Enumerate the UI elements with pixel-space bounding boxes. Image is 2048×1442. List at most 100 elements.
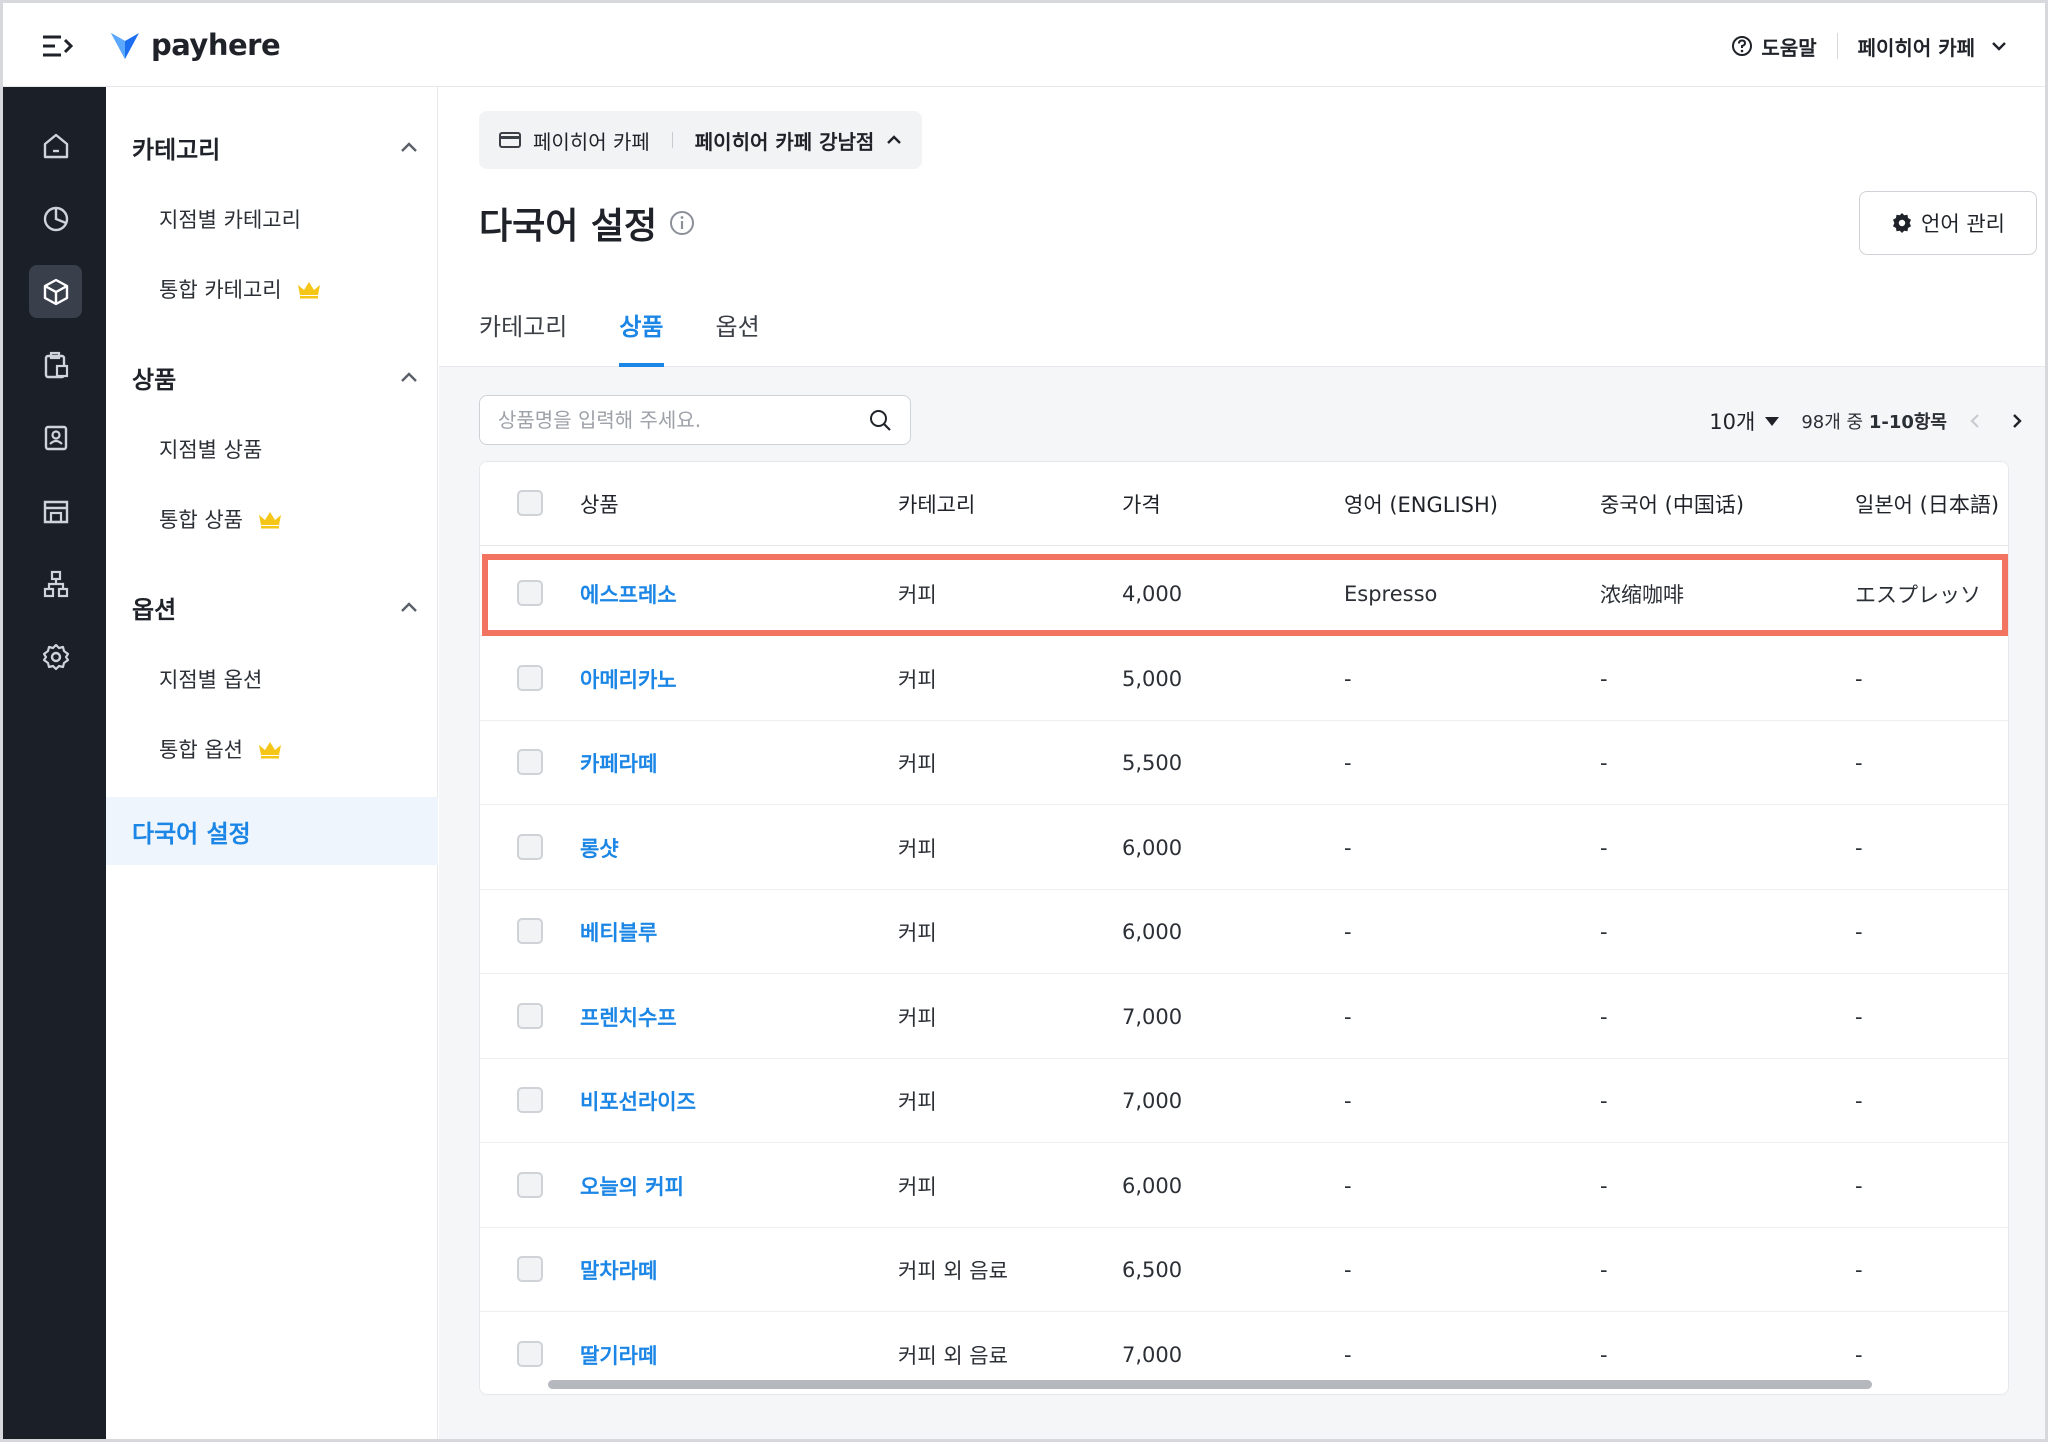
cell-price: 6,500 bbox=[1122, 1258, 1183, 1282]
sidebar-item-integrated-product[interactable]: 통합 상품 bbox=[159, 501, 283, 537]
table-row[interactable]: 아메리카노 커피 5,000 - - - bbox=[480, 637, 2008, 721]
language-manage-label: 언어 관리 bbox=[1921, 212, 2005, 236]
tab-product[interactable]: 상품 bbox=[619, 299, 664, 367]
section-option-header[interactable]: 옵션 bbox=[132, 587, 418, 627]
cell-price: 6,000 bbox=[1122, 1173, 1183, 1198]
row-checkbox[interactable] bbox=[517, 1171, 543, 1198]
store-selector[interactable]: 페이히어 카페 bbox=[1858, 32, 2007, 61]
column-header-product: 상품 bbox=[580, 493, 619, 517]
search-input[interactable] bbox=[498, 408, 868, 432]
clipboard-icon bbox=[44, 351, 68, 378]
section-title: 상품 bbox=[132, 365, 177, 394]
page-header: 페이히어 카페 페이히어 카페 강남점 다국어 설정 언어 관리 카테고리 상품… bbox=[439, 87, 2045, 367]
rail-home[interactable] bbox=[29, 119, 82, 172]
sidebar-item-label: 지점별 상품 bbox=[159, 438, 263, 462]
contact-icon bbox=[44, 425, 67, 450]
sidebar-item-label: 다국어 설정 bbox=[132, 819, 251, 848]
column-header-category: 카테고리 bbox=[898, 493, 976, 517]
cell-product-name[interactable]: 에스프레소 bbox=[580, 552, 677, 636]
search-icon[interactable] bbox=[868, 408, 892, 432]
language-manage-button[interactable]: 언어 관리 bbox=[1859, 191, 2037, 255]
cell-chinese: - bbox=[1600, 835, 1608, 860]
cell-japanese: - bbox=[1855, 666, 1863, 691]
next-page-button[interactable] bbox=[2003, 407, 2031, 435]
cell-product-name[interactable]: 베티블루 bbox=[580, 890, 657, 974]
cell-english: - bbox=[1344, 1258, 1352, 1282]
row-checkbox[interactable] bbox=[517, 749, 543, 775]
cell-chinese: - bbox=[1600, 920, 1608, 944]
help-link[interactable]: 도움말 bbox=[1731, 32, 1817, 61]
table-row[interactable]: 롱샷 커피 6,000 - - - bbox=[480, 806, 2008, 890]
row-checkbox[interactable] bbox=[517, 1340, 543, 1367]
row-checkbox[interactable] bbox=[517, 580, 543, 606]
rail-customers[interactable] bbox=[29, 411, 82, 464]
cell-product-name[interactable]: 오늘의 커피 bbox=[580, 1144, 684, 1228]
sidebar-item-branch-category[interactable]: 지점별 카테고리 bbox=[159, 201, 301, 237]
app-window: payhere 도움말 페이히어 카페 카테고리 지점별 카테고리 통합 카테고… bbox=[0, 0, 2048, 1442]
page-total: 98개 중 bbox=[1801, 412, 1864, 433]
prev-page-button[interactable] bbox=[1961, 407, 1989, 435]
box-icon bbox=[43, 278, 68, 305]
cell-category: 커피 bbox=[898, 921, 937, 945]
page-size-label: 10개 bbox=[1709, 410, 1756, 434]
table-row[interactable]: 카페라떼 커피 5,500 - - - bbox=[480, 721, 2008, 805]
info-icon[interactable] bbox=[669, 210, 695, 236]
row-checkbox[interactable] bbox=[517, 1087, 543, 1113]
rail-organization[interactable] bbox=[29, 557, 82, 610]
page-title-text: 다국어 설정 bbox=[479, 206, 658, 247]
crown-icon bbox=[297, 282, 320, 299]
top-bar: payhere 도움말 페이히어 카페 bbox=[3, 3, 2045, 87]
cell-product-name[interactable]: 카페라떼 bbox=[580, 721, 657, 805]
table-header: 상품 카테고리 가격 영어 (ENGLISH) 중국어 (中国话) 일본어 (日… bbox=[480, 462, 2008, 546]
row-checkbox[interactable] bbox=[517, 918, 543, 944]
table-row[interactable]: 비포선라이즈 커피 7,000 - - - bbox=[480, 1059, 2008, 1143]
section-category-header[interactable]: 카테고리 bbox=[132, 127, 418, 167]
sidebar-item-integrated-category[interactable]: 통합 카테고리 bbox=[159, 271, 322, 307]
sub-sidebar: 카테고리 지점별 카테고리 통합 카테고리 상품 지점별 상품 통합 상품 옵션… bbox=[106, 87, 438, 1439]
product-table: 상품 카테고리 가격 영어 (ENGLISH) 중국어 (中国话) 일본어 (日… bbox=[479, 461, 2009, 1395]
sidebar-item-integrated-option[interactable]: 통합 옵션 bbox=[159, 731, 283, 767]
row-checkbox[interactable] bbox=[517, 833, 543, 860]
select-all-checkbox[interactable] bbox=[517, 490, 543, 516]
cell-product-name[interactable]: 아메리카노 bbox=[580, 637, 677, 721]
sidebar-item-multilingual[interactable]: 다국어 설정 bbox=[106, 797, 438, 865]
page-size-select[interactable]: 10개 bbox=[1709, 406, 1780, 436]
tab-category[interactable]: 카테고리 bbox=[479, 299, 567, 367]
cell-product-name[interactable]: 프렌치수프 bbox=[580, 975, 677, 1059]
row-checkbox[interactable] bbox=[517, 664, 543, 691]
rail-inventory[interactable] bbox=[29, 338, 82, 391]
column-header-japanese: 일본어 (日本語) bbox=[1855, 493, 2000, 517]
cell-english: - bbox=[1344, 666, 1352, 691]
payhere-logo[interactable]: payhere bbox=[109, 25, 281, 65]
chevron-right-icon bbox=[2013, 414, 2022, 428]
section-product-header[interactable]: 상품 bbox=[132, 357, 418, 397]
cell-chinese: - bbox=[1600, 1258, 1608, 1282]
menu-toggle-icon[interactable] bbox=[41, 33, 75, 59]
rail-store[interactable] bbox=[29, 484, 82, 537]
sidebar-item-branch-product[interactable]: 지점별 상품 bbox=[159, 431, 262, 467]
table-row[interactable]: 오늘의 커피 커피 6,000 - - - bbox=[480, 1144, 2008, 1228]
tab-option[interactable]: 옵션 bbox=[716, 299, 760, 367]
sidebar-item-branch-option[interactable]: 지점별 옵션 bbox=[159, 661, 262, 697]
cell-category: 커피 bbox=[898, 667, 937, 692]
page-range-value: 1-10항목 bbox=[1868, 412, 1947, 433]
table-row[interactable]: 에스프레소 커피 4,000 Espresso 浓缩咖啡 エスプレッソ bbox=[480, 552, 2008, 636]
horizontal-scrollbar[interactable] bbox=[548, 1380, 1872, 1389]
table-row[interactable]: 베티블루 커피 6,000 - - - bbox=[480, 890, 2008, 974]
row-checkbox[interactable] bbox=[517, 1002, 543, 1029]
rail-products[interactable] bbox=[29, 265, 82, 318]
cell-product-name[interactable]: 말차라떼 bbox=[580, 1228, 657, 1312]
cell-product-name[interactable]: 롱샷 bbox=[580, 806, 619, 890]
row-checkbox[interactable] bbox=[517, 1256, 543, 1282]
rail-settings[interactable] bbox=[29, 630, 82, 683]
cell-japanese: - bbox=[1855, 751, 1863, 775]
cell-product-name[interactable]: 비포선라이즈 bbox=[580, 1059, 696, 1143]
cell-price: 5,500 bbox=[1122, 751, 1183, 775]
rail-analytics[interactable] bbox=[29, 192, 82, 245]
table-row[interactable]: 말차라떼 커피 외 음료 6,500 - - - bbox=[480, 1228, 2008, 1312]
table-row[interactable]: 프렌치수프 커피 7,000 - - - bbox=[480, 975, 2008, 1059]
cell-japanese: - bbox=[1855, 920, 1863, 944]
section-title: 옵션 bbox=[132, 595, 177, 624]
breadcrumb[interactable]: 페이히어 카페 페이히어 카페 강남점 bbox=[479, 111, 923, 169]
org-chart-icon bbox=[43, 570, 68, 597]
